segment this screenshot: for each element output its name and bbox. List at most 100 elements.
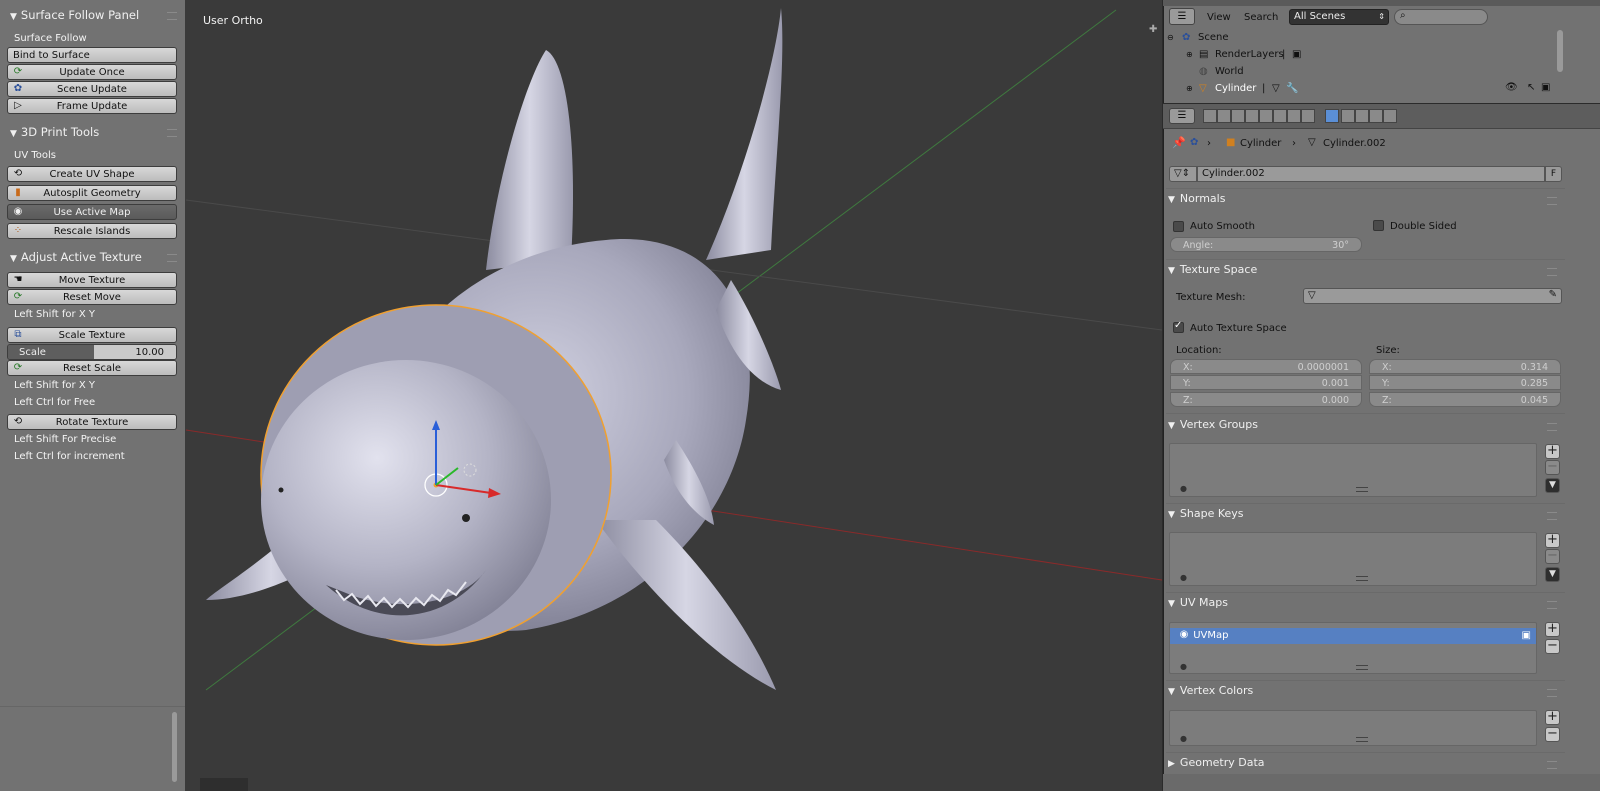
vertex-groups-list[interactable]: ●: [1169, 443, 1537, 497]
tab-mesh-data[interactable]: [1325, 109, 1339, 123]
location-x-field[interactable]: X: 0.0000001: [1170, 359, 1362, 374]
fake-user-button[interactable]: F: [1545, 166, 1562, 182]
outliner-item-renderlayers[interactable]: ⊕ ▤ RenderLayers | ▣: [1164, 46, 1559, 63]
outliner-item-cylinder[interactable]: ⊕ ▽ Cylinder | ▽ 🔧: [1164, 80, 1559, 97]
pin-icon[interactable]: 📌: [1172, 136, 1186, 149]
collapse-icon[interactable]: ⊖: [1167, 29, 1174, 46]
tab-render[interactable]: [1203, 109, 1217, 123]
breadcrumb-object[interactable]: Cylinder: [1240, 138, 1281, 149]
auto-smooth-checkbox[interactable]: [1173, 221, 1184, 232]
render-camera-icon[interactable]: ▣: [1541, 82, 1550, 93]
eyedropper-icon[interactable]: ✎: [1549, 289, 1557, 300]
move-texture-button[interactable]: ☚ Move Texture: [7, 272, 177, 288]
add-shape-key-button[interactable]: +: [1545, 533, 1560, 548]
tab-material[interactable]: [1341, 109, 1355, 123]
tab-physics[interactable]: [1301, 109, 1315, 123]
scale-texture-button[interactable]: ⧉ Scale Texture: [7, 327, 177, 343]
create-uv-shape-button[interactable]: ⟲ Create UV Shape: [7, 166, 177, 182]
visibility-eye-icon[interactable]: 👁: [1505, 82, 1518, 93]
shape-keys-panel-header[interactable]: ▼ Shape Keys: [1168, 505, 1563, 523]
uv-maps-panel-header[interactable]: ▼ UV Maps: [1168, 594, 1563, 612]
select-arrow-icon[interactable]: ↖: [1527, 82, 1535, 93]
location-y-field[interactable]: Y: 0.001: [1170, 375, 1362, 390]
uv-map-item[interactable]: ◉ UVMap ▣: [1170, 628, 1536, 644]
rescale-islands-button[interactable]: ⁘ Rescale Islands: [7, 223, 177, 239]
scale-strength-value[interactable]: 10.00: [94, 345, 176, 359]
adjust-active-texture-header[interactable]: ▼ Adjust Active Texture: [0, 248, 185, 266]
list-resize-grip[interactable]: [1356, 576, 1368, 581]
size-z-field[interactable]: Z: 0.045: [1369, 392, 1561, 407]
remove-shape-key-button[interactable]: −: [1545, 549, 1560, 564]
tab-scene[interactable]: [1231, 109, 1245, 123]
scale-strength-field[interactable]: Scale Strength: 10.00: [7, 344, 177, 360]
autosplit-geometry-button[interactable]: ▮ Autosplit Geometry: [7, 185, 177, 201]
toolshelf-scrollbar[interactable]: [172, 712, 177, 782]
list-filter-icon[interactable]: ●: [1180, 662, 1187, 671]
view-menu[interactable]: View: [1207, 12, 1231, 23]
auto-texture-space-checkbox[interactable]: [1173, 320, 1184, 333]
frame-update-button[interactable]: ▷ Frame Update: [7, 98, 177, 114]
remove-vertex-color-button[interactable]: −: [1545, 727, 1560, 742]
mesh-name-field[interactable]: Cylinder.002: [1197, 166, 1545, 182]
geometry-data-panel-header[interactable]: ▶ Geometry Data: [1168, 754, 1563, 772]
reset-move-button[interactable]: ⟳ Reset Move: [7, 289, 177, 305]
bind-to-surface-button[interactable]: Bind to Surface: [7, 47, 177, 63]
tab-particles[interactable]: [1369, 109, 1383, 123]
render-camera-icon[interactable]: ▣: [1522, 628, 1531, 644]
panel-grip-icon[interactable]: [167, 129, 177, 137]
tab-world[interactable]: [1245, 109, 1259, 123]
editor-type-button[interactable]: ☰: [1169, 8, 1195, 25]
outliner-search-input[interactable]: ⌕: [1394, 9, 1488, 25]
vertex-groups-panel-header[interactable]: ▼ Vertex Groups: [1168, 416, 1563, 434]
panel-grip-icon[interactable]: [1547, 423, 1557, 431]
tab-constraints[interactable]: [1273, 109, 1287, 123]
scene-update-button[interactable]: ✿ Scene Update: [7, 81, 177, 97]
remove-uv-map-button[interactable]: −: [1545, 639, 1560, 654]
size-x-field[interactable]: X: 0.314: [1369, 359, 1561, 374]
normals-panel-header[interactable]: ▼ Normals: [1168, 190, 1563, 208]
tab-modifiers[interactable]: [1287, 109, 1301, 123]
3d-viewport[interactable]: ✚: [186, 0, 1162, 791]
shape-keys-list[interactable]: ●: [1169, 532, 1537, 586]
panel-grip-icon[interactable]: [167, 12, 177, 20]
tab-render-layers[interactable]: [1217, 109, 1231, 123]
list-resize-grip[interactable]: [1356, 487, 1368, 492]
size-y-field[interactable]: Y: 0.285: [1369, 375, 1561, 390]
panel-grip-icon[interactable]: [1547, 197, 1557, 205]
list-filter-icon[interactable]: ●: [1180, 484, 1187, 493]
mesh-browse-button[interactable]: ▽⇕: [1169, 166, 1197, 182]
tab-object[interactable]: [1259, 109, 1273, 123]
rotate-texture-button[interactable]: ⟲ Rotate Texture: [7, 414, 177, 430]
vertex-group-specials-button[interactable]: ▼: [1545, 478, 1560, 493]
texture-mesh-field[interactable]: ▽ ✎: [1303, 288, 1562, 304]
panel-grip-icon[interactable]: [167, 254, 177, 262]
vertex-colors-list[interactable]: ●: [1169, 710, 1537, 746]
panel-grip-icon[interactable]: [1547, 601, 1557, 609]
angle-field[interactable]: Angle: 30°: [1170, 237, 1362, 252]
list-filter-icon[interactable]: ●: [1180, 573, 1187, 582]
3d-print-tools-header[interactable]: ▼ 3D Print Tools: [0, 123, 185, 141]
viewport-canvas[interactable]: ✚: [186, 0, 1162, 791]
panel-grip-icon[interactable]: [1547, 512, 1557, 520]
expand-icon[interactable]: ⊕: [1186, 80, 1193, 97]
list-resize-grip[interactable]: [1356, 737, 1368, 742]
panel-grip-icon[interactable]: [1547, 268, 1557, 276]
remove-vertex-group-button[interactable]: −: [1545, 460, 1560, 475]
expand-icon[interactable]: ⊕: [1186, 46, 1193, 63]
breadcrumb-mesh[interactable]: Cylinder.002: [1323, 138, 1386, 149]
add-vertex-group-button[interactable]: +: [1545, 444, 1560, 459]
tab-texture[interactable]: [1355, 109, 1369, 123]
panel-grip-icon[interactable]: [1547, 761, 1557, 769]
location-z-field[interactable]: Z: 0.000: [1170, 392, 1362, 407]
list-resize-grip[interactable]: [1356, 665, 1368, 670]
scene-filter-select[interactable]: All Scenes ⇕: [1289, 9, 1389, 25]
shape-key-specials-button[interactable]: ▼: [1545, 567, 1560, 582]
outliner-item-scene[interactable]: ⊖ ✿ Scene: [1164, 29, 1559, 46]
search-menu[interactable]: Search: [1244, 12, 1278, 23]
use-active-map-button[interactable]: ◉ Use Active Map: [7, 204, 177, 220]
texture-space-panel-header[interactable]: ▼ Texture Space: [1168, 261, 1563, 279]
corner-plus-icon[interactable]: ✚: [1149, 24, 1157, 35]
add-uv-map-button[interactable]: +: [1545, 622, 1560, 637]
editor-type-button[interactable]: ☰: [1169, 108, 1195, 124]
reset-scale-button[interactable]: ⟳ Reset Scale: [7, 360, 177, 376]
